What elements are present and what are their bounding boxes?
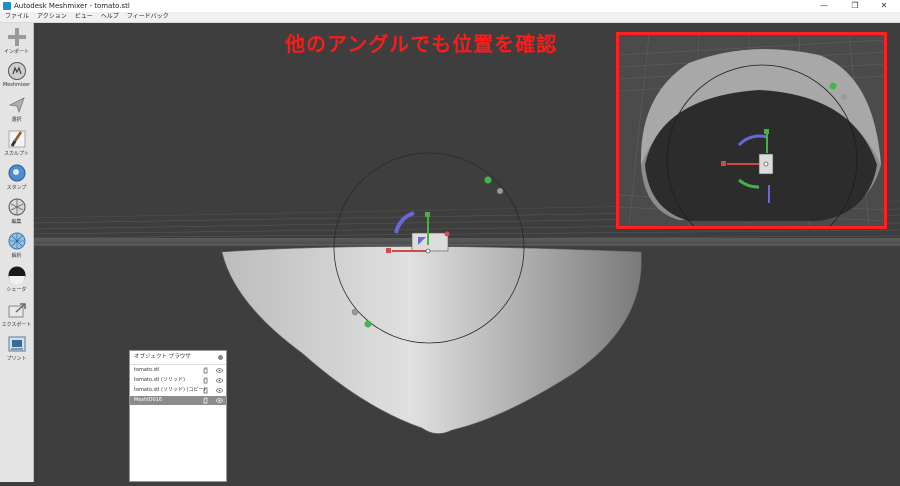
edit-icon	[8, 198, 25, 216]
alternate-angle-inset	[616, 32, 887, 229]
menu-file[interactable]: ファイル	[0, 12, 33, 22]
menu-bar: ファイル アクション ビュー ヘルプ フィードバック	[0, 12, 900, 23]
select-tool-button[interactable]: 選択	[0, 93, 33, 125]
hand-icon[interactable]	[202, 397, 209, 404]
hand-icon[interactable]	[202, 377, 209, 384]
gizmo-green-handle-2[interactable]	[364, 320, 372, 328]
left-toolbar: インポート Meshmixer 選択 スカルプト スタンプ 編集 解析 シェーダ…	[0, 23, 34, 482]
object-browser-title: オブジェクト ブラウザ	[134, 354, 191, 360]
window-title: Autodesk Meshmixer - tomato.stl	[14, 2, 130, 10]
gizmo-grey-handle-2[interactable]	[351, 308, 359, 316]
eye-icon[interactable]	[216, 377, 223, 384]
shader-tool-button[interactable]: シェーダ	[0, 263, 33, 295]
import-tool-button[interactable]: インポート	[0, 25, 33, 57]
title-bar: Autodesk Meshmixer - tomato.stl — ❐ ✕	[0, 0, 900, 12]
object-name: MeshID016	[134, 397, 163, 403]
object-list-item[interactable]: tomato.stl (ソリッド)	[130, 376, 226, 385]
object-name: tomato.stl	[134, 367, 160, 373]
edit-tool-button[interactable]: 編集	[0, 195, 33, 227]
stamp-icon	[8, 164, 25, 182]
tool-label: スカルプト	[3, 151, 29, 157]
menu-action[interactable]: アクション	[33, 12, 71, 22]
eye-icon[interactable]	[216, 387, 223, 394]
tool-label: 編集	[11, 219, 22, 225]
print-icon	[8, 336, 25, 352]
tool-label: Meshmixer	[2, 82, 31, 88]
tool-label: プリント	[6, 356, 27, 362]
brush-icon	[8, 130, 25, 148]
object-list-item[interactable]: tomato.stl (ソリッド) (コピー)	[130, 386, 226, 395]
shader-sphere-icon	[8, 266, 25, 284]
annotation-caption: 他のアングルでも位置を確認	[285, 32, 558, 56]
stamp-tool-button[interactable]: スタンプ	[0, 161, 33, 193]
object-list-item-selected[interactable]: MeshID016	[130, 396, 226, 405]
print-tool-button[interactable]: プリント	[0, 332, 33, 364]
menu-help[interactable]: ヘルプ	[97, 12, 123, 22]
tool-label: スタンプ	[6, 185, 27, 191]
export-icon	[8, 303, 26, 318]
minimize-button[interactable]: —	[812, 0, 836, 12]
object-list-item[interactable]: tomato.stl	[130, 366, 226, 375]
object-name: tomato.stl (ソリッド)	[134, 377, 185, 383]
object-browser-header: オブジェクト ブラウザ	[130, 351, 226, 365]
analysis-tool-button[interactable]: 解析	[0, 229, 33, 261]
panel-close-icon[interactable]	[218, 355, 223, 360]
meshmixer-app-icon	[3, 2, 11, 10]
gizmo-grey-handle[interactable]	[496, 187, 504, 195]
export-tool-button[interactable]: エクスポート	[0, 298, 33, 330]
select-arrow-icon	[8, 97, 25, 114]
tool-label: 選択	[11, 117, 22, 123]
hand-icon[interactable]	[202, 387, 209, 394]
sculpt-tool-button[interactable]: スカルプト	[0, 127, 33, 159]
tool-label: インポート	[3, 49, 29, 55]
close-button[interactable]: ✕	[872, 0, 896, 12]
object-name: tomato.stl (ソリッド) (コピー)	[134, 387, 206, 393]
tool-label: シェーダ	[6, 287, 27, 293]
inset-canvas	[619, 35, 884, 226]
hand-icon[interactable]	[202, 367, 209, 374]
menu-view[interactable]: ビュー	[71, 12, 97, 22]
tool-label: エクスポート	[1, 322, 32, 328]
maximize-button[interactable]: ❐	[843, 0, 867, 12]
meshmixer-tool-button[interactable]: Meshmixer	[0, 59, 33, 91]
eye-icon[interactable]	[216, 397, 223, 404]
plus-icon	[7, 28, 26, 46]
meshmixer-icon	[7, 62, 26, 80]
menu-feedback[interactable]: フィードバック	[123, 12, 173, 22]
object-browser-panel: オブジェクト ブラウザ tomato.stl tomato.stl (ソリッド)…	[129, 350, 227, 482]
eye-icon[interactable]	[216, 367, 223, 374]
analysis-icon	[8, 232, 25, 250]
tool-label: 解析	[11, 253, 22, 259]
gizmo-green-handle[interactable]	[484, 176, 492, 184]
